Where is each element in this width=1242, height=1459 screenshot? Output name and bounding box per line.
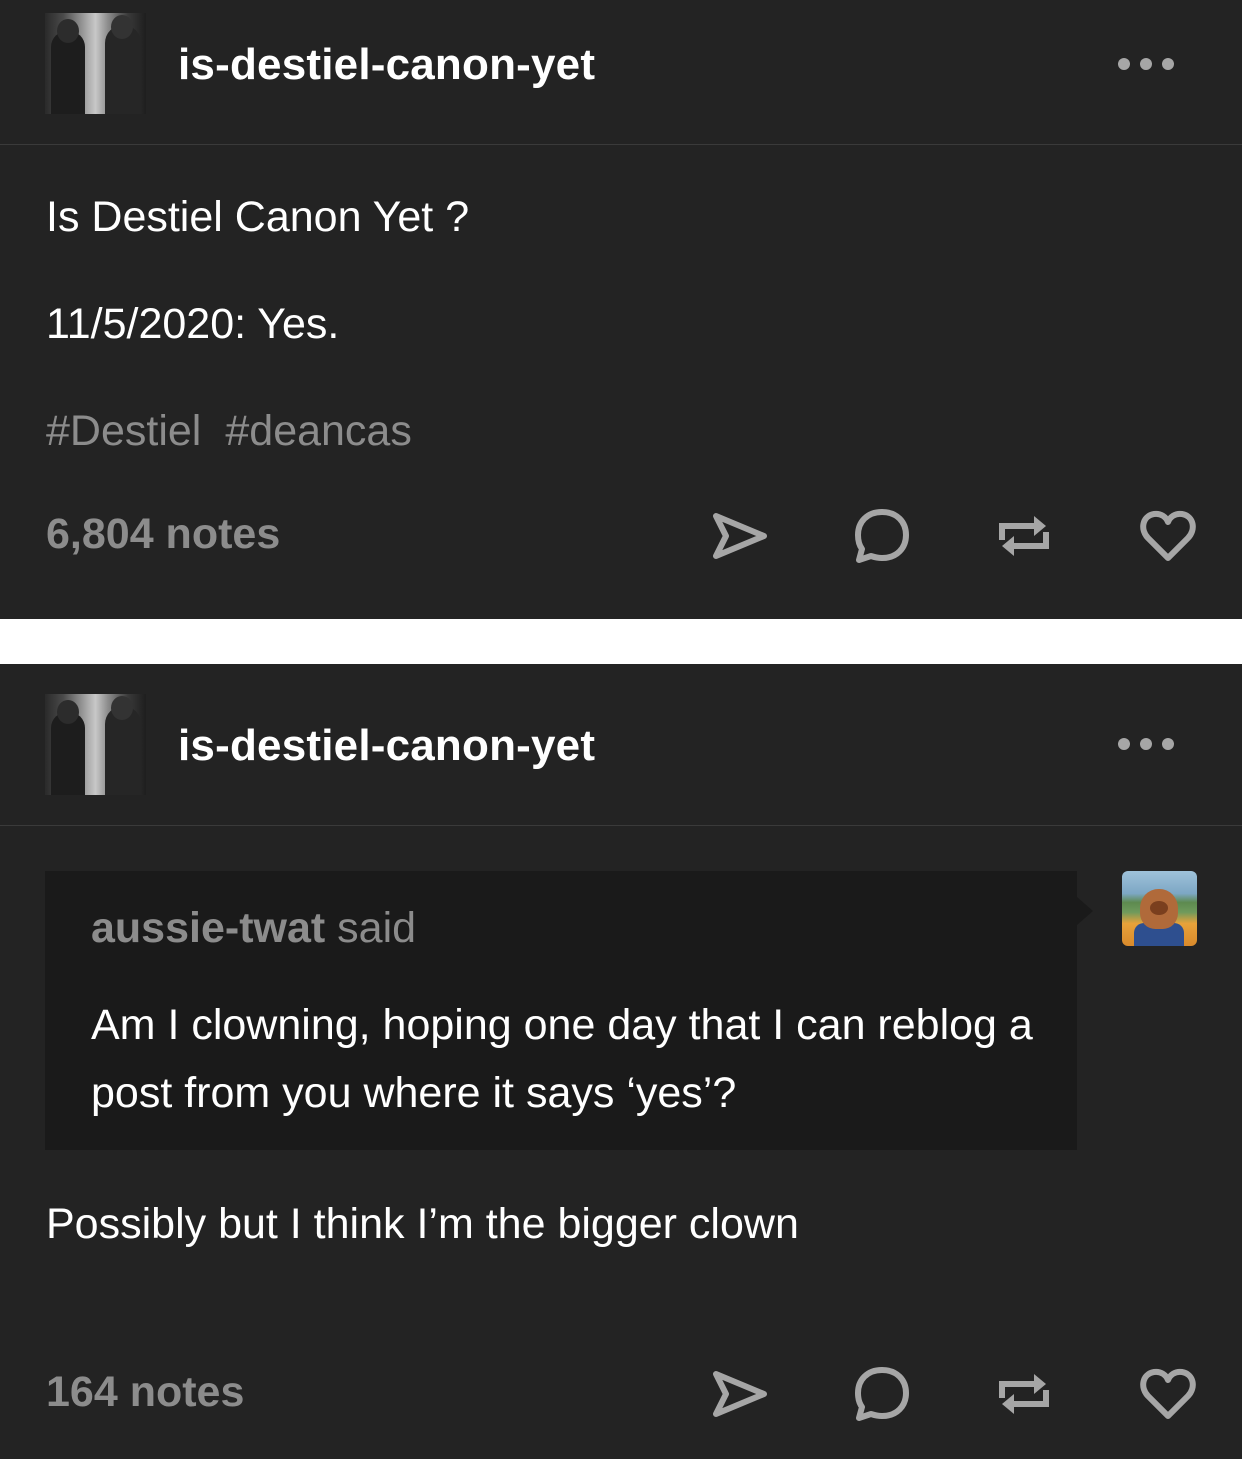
- said-label: said: [337, 904, 417, 952]
- quote-text: Am I clowning, hoping one day that I can…: [91, 1001, 1033, 1117]
- quote-author: aussie-twat said: [91, 904, 416, 953]
- blog-avatar[interactable]: [45, 13, 146, 114]
- blog-avatar[interactable]: [45, 694, 146, 795]
- notes-count[interactable]: 6,804 notes: [46, 510, 280, 559]
- reblogger-avatar[interactable]: [1122, 871, 1197, 946]
- reply-text: Possibly but I think I’m the bigger clow…: [46, 1200, 799, 1248]
- post-tags: #Destiel #deancas: [46, 407, 436, 456]
- post-actions: [700, 504, 1210, 568]
- blog-name-link[interactable]: is-destiel-canon-yet: [178, 721, 595, 771]
- post-card: is-destiel-canon-yet aussie-twat said Am…: [0, 664, 1242, 1459]
- notes-count[interactable]: 164 notes: [46, 1368, 244, 1417]
- post-header: is-destiel-canon-yet: [0, 0, 1242, 145]
- post-card: is-destiel-canon-yet Is Destiel Canon Ye…: [0, 0, 1242, 619]
- post-text: Is Destiel Canon Yet ?: [46, 193, 470, 241]
- reblog-icon[interactable]: [992, 1362, 1056, 1426]
- comment-icon[interactable]: [850, 504, 914, 568]
- more-dots-icon[interactable]: [1118, 732, 1174, 756]
- more-dots-icon[interactable]: [1118, 52, 1174, 76]
- post-text: 11/5/2020: Yes.: [46, 300, 340, 348]
- send-icon[interactable]: [706, 1362, 770, 1426]
- quote-author-link[interactable]: aussie-twat: [91, 904, 325, 952]
- heart-icon[interactable]: [1136, 504, 1200, 568]
- heart-icon[interactable]: [1136, 1362, 1200, 1426]
- comment-icon[interactable]: [850, 1362, 914, 1426]
- tag-link[interactable]: #deancas: [225, 407, 412, 455]
- send-icon[interactable]: [706, 504, 770, 568]
- tag-link[interactable]: #Destiel: [46, 407, 201, 455]
- post-actions: [700, 1362, 1210, 1426]
- blog-name-link[interactable]: is-destiel-canon-yet: [178, 40, 595, 90]
- quoted-reblog: aussie-twat said Am I clowning, hoping o…: [45, 871, 1093, 1150]
- reblog-icon[interactable]: [992, 504, 1056, 568]
- post-header: is-destiel-canon-yet: [0, 664, 1242, 826]
